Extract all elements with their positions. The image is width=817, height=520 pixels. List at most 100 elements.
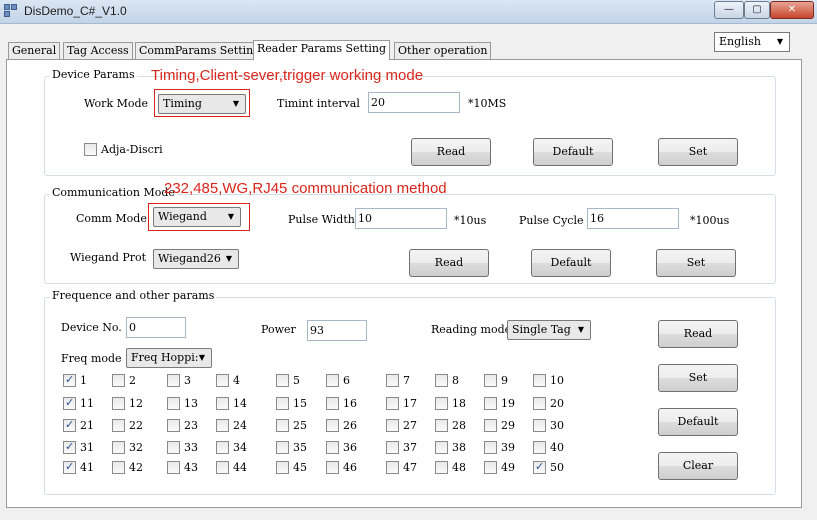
channel-22-checkbox[interactable] [112,419,125,432]
pulse-width-input[interactable]: 10 [355,208,447,229]
channel-27-checkbox[interactable] [386,419,399,432]
channel-11-checkbox[interactable]: ✓ [63,396,76,410]
channel-9-label: 9 [501,374,508,387]
chevron-down-icon: ▼ [776,37,784,46]
channel-38-checkbox[interactable] [435,441,448,454]
channel-48-checkbox[interactable] [435,461,448,474]
device-read-button[interactable]: Read [411,138,491,166]
channel-2-checkbox[interactable] [112,374,125,387]
freq-set-button[interactable]: Set [658,364,738,392]
channel-14-checkbox[interactable] [216,397,229,410]
maximize-button[interactable]: ▢ [744,1,770,19]
channel-21-checkbox[interactable]: ✓ [63,418,76,432]
close-button[interactable]: ✕ [770,1,814,19]
channel-49-checkbox[interactable] [484,461,497,474]
freq-read-button[interactable]: Read [658,320,738,348]
tab-commparams-setting[interactable]: CommParams Setting [135,42,265,59]
channel-50-checkbox[interactable]: ✓ [533,460,546,474]
channel-24-checkbox[interactable] [216,419,229,432]
channel-23-checkbox[interactable] [167,419,180,432]
channel-31-label: 31 [80,441,94,454]
tab-general[interactable]: General [8,42,61,59]
channel-31-checkbox[interactable]: ✓ [63,440,76,454]
comm-default-button[interactable]: Default [531,249,611,277]
work-mode-select[interactable]: Timing ▼ [158,94,246,114]
channel-43-checkbox[interactable] [167,461,180,474]
adja-discri-checkbox[interactable] [84,143,97,156]
device-set-button[interactable]: Set [658,138,738,166]
channel-39-label: 39 [501,441,515,454]
channel-45-checkbox[interactable] [276,461,289,474]
freq-default-button[interactable]: Default [658,408,738,436]
channel-8-checkbox[interactable] [435,374,448,387]
channel-33-checkbox[interactable] [167,441,180,454]
channel-32-checkbox[interactable] [112,441,125,454]
comm-read-button[interactable]: Read [409,249,489,277]
channel-46-checkbox[interactable] [326,461,339,474]
tab-tag-access[interactable]: Tag Access [63,42,133,59]
channel-3-checkbox[interactable] [167,374,180,387]
channel-44-checkbox[interactable] [216,461,229,474]
device-no-input[interactable]: 0 [126,317,186,338]
power-input[interactable]: 93 [307,320,367,341]
language-value: English [719,35,761,48]
comm-mode-select[interactable]: Wiegand ▼ [153,207,241,227]
channel-19-label: 19 [501,397,515,410]
channel-9-checkbox[interactable] [484,374,497,387]
tab-other-operation[interactable]: Other operation [394,42,492,59]
channel-16-checkbox[interactable] [326,397,339,410]
channel-25-checkbox[interactable] [276,419,289,432]
channel-35-checkbox[interactable] [276,441,289,454]
freq-mode-select[interactable]: Freq Hoppi: ▼ [126,348,212,368]
channel-42-checkbox[interactable] [112,461,125,474]
timing-interval-input[interactable]: 20 [368,92,460,113]
channel-41-checkbox[interactable]: ✓ [63,460,76,474]
comm-set-button[interactable]: Set [656,249,736,277]
channel-17-checkbox[interactable] [386,397,399,410]
channel-4-checkbox[interactable] [216,374,229,387]
channel-37-checkbox[interactable] [386,441,399,454]
channel-28-checkbox[interactable] [435,419,448,432]
channel-36-checkbox[interactable] [326,441,339,454]
channel-6-checkbox[interactable] [326,374,339,387]
channel-47-checkbox[interactable] [386,461,399,474]
pulse-cycle-input[interactable]: 16 [587,208,679,229]
channel-5-checkbox[interactable] [276,374,289,387]
channel-14-label: 14 [233,397,247,410]
channel-39-checkbox[interactable] [484,441,497,454]
channel-15-checkbox[interactable] [276,397,289,410]
channel-26-checkbox[interactable] [326,419,339,432]
chevron-down-icon: ▼ [577,325,585,334]
language-select[interactable]: English ▼ [714,32,790,52]
check-icon: ✓ [65,418,75,431]
pulse-cycle-label: Pulse Cycle [519,214,584,227]
check-icon: ✓ [65,440,75,453]
freq-params-title: Frequence and other params [50,289,217,302]
channel-34-checkbox[interactable] [216,441,229,454]
work-mode-value: Timing [163,97,202,110]
channel-30-checkbox[interactable] [533,419,546,432]
channel-7-checkbox[interactable] [386,374,399,387]
device-default-button[interactable]: Default [533,138,613,166]
tab-reader-params-setting[interactable]: Reader Params Setting [253,40,391,60]
channel-12-checkbox[interactable] [112,397,125,410]
reading-mode-select[interactable]: Single Tag ▼ [507,320,591,340]
channel-19-checkbox[interactable] [484,397,497,410]
minimize-button[interactable]: — [714,1,744,19]
channel-40-checkbox[interactable] [533,441,546,454]
channel-18-checkbox[interactable] [435,397,448,410]
channel-17-label: 17 [403,397,417,410]
power-label: Power [261,323,296,336]
wiegand-prot-select[interactable]: Wiegand26 ▼ [153,249,239,269]
work-mode-annotation: Timing,Client-sever,trigger working mode [151,67,424,84]
channel-1-checkbox[interactable]: ✓ [63,373,76,387]
channel-18-label: 18 [452,397,466,410]
channel-13-checkbox[interactable] [167,397,180,410]
channel-29-checkbox[interactable] [484,419,497,432]
window-title: DisDemo_C#_V1.0 [24,4,127,18]
channel-30-label: 30 [550,419,564,432]
channel-20-checkbox[interactable] [533,397,546,410]
freq-clear-button[interactable]: Clear [658,452,738,480]
channel-26-label: 26 [343,419,357,432]
channel-10-checkbox[interactable] [533,374,546,387]
